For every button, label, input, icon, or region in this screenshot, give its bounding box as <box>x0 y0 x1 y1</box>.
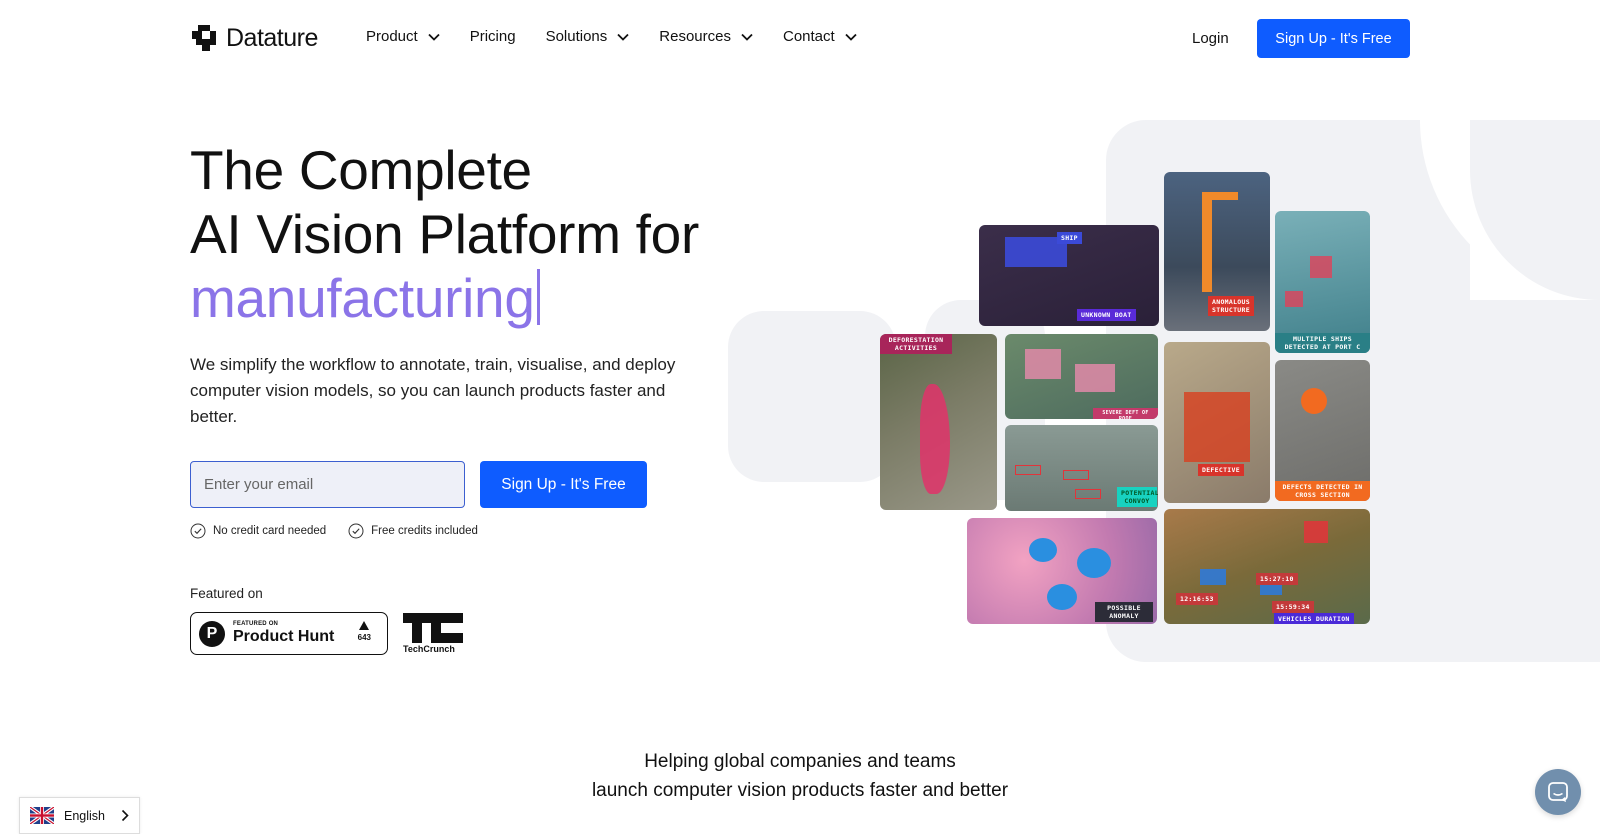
multiple-ships-tile: MULTIPLE SHIPS DETECTED AT PORT C <box>1275 211 1370 353</box>
top-navigation: Datature Product Pricing Solutions Resou… <box>0 0 1600 78</box>
annotation-shape <box>1301 388 1327 414</box>
chat-launcher-button[interactable] <box>1535 769 1581 815</box>
nav-item-label: Product <box>366 28 418 45</box>
hero-description: We simplify the workflow to annotate, tr… <box>190 355 676 426</box>
nav-item-product[interactable]: Product <box>366 28 440 45</box>
annotation-box <box>1310 256 1332 278</box>
tile-label-vehicles-duration: VEHICLES DURATION <box>1274 613 1354 624</box>
nav-item-resources[interactable]: Resources <box>659 28 753 45</box>
featured-label: Featured on <box>190 586 263 601</box>
helping-line1: Helping global companies and teams <box>644 751 956 772</box>
annotation-box <box>1015 465 1041 475</box>
convoy-tile: POTENTIAL CONVOY <box>1005 425 1158 511</box>
product-hunt-name: Product Hunt <box>233 628 335 645</box>
deforestation-tile: DEFORESTATION ACTIVITIES <box>880 334 997 510</box>
cell-anomaly-tile: POSSIBLE ANOMALY <box>967 518 1157 624</box>
check-circle-icon <box>348 523 364 539</box>
language-selector[interactable]: English <box>19 797 140 834</box>
chevron-right-icon <box>121 809 129 822</box>
chevron-down-icon <box>845 33 857 41</box>
port-structure-tile: ANOMALOUS STRUCTURE <box>1164 172 1270 331</box>
perk-item: No credit card needed <box>190 523 326 539</box>
nav-item-label: Solutions <box>545 28 608 45</box>
hero-title-accent: manufacturing <box>190 267 535 329</box>
tile-label-defective: DEFECTIVE <box>1198 464 1244 476</box>
login-link[interactable]: Login <box>1192 30 1229 47</box>
hero-title-line2: AI Vision Platform for <box>190 203 699 265</box>
nav-item-pricing[interactable]: Pricing <box>470 28 516 45</box>
annotation-shape <box>1047 584 1077 610</box>
check-circle-icon <box>190 523 206 539</box>
tile-label-multiple-ships: MULTIPLE SHIPS DETECTED AT PORT C <box>1275 333 1370 353</box>
tile-label-ship: SHIP <box>1057 232 1082 244</box>
uk-flag-icon <box>30 807 54 824</box>
techcrunch-name: TechCrunch <box>403 644 455 654</box>
hero-title-line1: The Complete <box>190 139 532 201</box>
nav-menu: Product Pricing Solutions Resources Cont… <box>366 28 887 45</box>
annotation-shape <box>1202 192 1212 292</box>
tile-label-anomalous-structure: ANOMALOUS STRUCTURE <box>1208 296 1254 316</box>
annotation-box <box>1025 349 1061 379</box>
nav-item-contact[interactable]: Contact <box>783 28 857 45</box>
helping-tagline: Helping global companies and teams launc… <box>0 747 1600 805</box>
product-hunt-icon: P <box>199 620 225 647</box>
perk-label: No credit card needed <box>213 525 327 537</box>
datature-logo-icon <box>192 25 216 51</box>
nav-item-label: Pricing <box>469 28 516 45</box>
typing-cursor <box>536 269 540 325</box>
roof-damage-tile: SEVERE DEFT OF ROOF <box>1005 334 1158 419</box>
nav-item-label: Resources <box>659 28 731 45</box>
perk-label: Free credits included <box>371 525 478 537</box>
tile-label-time2: 12:16:53 <box>1176 593 1218 605</box>
hero-signup-button[interactable]: Sign Up - It's Free <box>480 461 647 508</box>
tile-label-time3: 15:59:34 <box>1272 601 1314 613</box>
product-hunt-votes: 643 <box>358 621 371 642</box>
product-hunt-text: FEATURED ON Product Hunt <box>233 621 334 646</box>
tile-label-unknown-boat: UNKNOWN BOAT <box>1077 309 1136 321</box>
annotation-box <box>1304 521 1328 543</box>
perks-list: No credit card needed Free credits inclu… <box>190 523 478 539</box>
helping-line2: launch computer vision products faster a… <box>591 780 1009 801</box>
brand-name: Datature <box>226 23 318 52</box>
decor-shape <box>1470 120 1600 300</box>
product-hunt-featured-on: FEATURED ON <box>233 621 279 627</box>
chevron-down-icon <box>741 33 753 41</box>
nav-item-label: Contact <box>782 28 835 45</box>
product-hunt-vote-count: 643 <box>357 633 371 642</box>
annotation-shape <box>1029 538 1057 562</box>
upvote-arrow-icon <box>359 621 370 630</box>
product-hunt-badge[interactable]: P FEATURED ON Product Hunt 643 <box>190 612 388 655</box>
decor-shape <box>728 311 896 482</box>
ship-detection-tile: SHIP UNKNOWN BOAT <box>979 225 1159 326</box>
tile-label-anomaly: POSSIBLE ANOMALY <box>1095 602 1153 622</box>
chevron-down-icon <box>617 33 629 41</box>
defective-surface-tile: DEFECTIVE <box>1164 342 1270 503</box>
tile-label-convoy: POTENTIAL CONVOY <box>1117 487 1158 507</box>
language-label: English <box>64 808 105 823</box>
chevron-down-icon <box>428 33 440 41</box>
nav-item-solutions[interactable]: Solutions <box>546 28 630 45</box>
brand-logo[interactable]: Datature <box>190 23 318 53</box>
annotation-shape <box>920 384 950 494</box>
annotation-box <box>1075 489 1101 499</box>
annotation-box <box>1075 364 1115 392</box>
tile-label-roof: SEVERE DEFT OF ROOF <box>1093 408 1158 419</box>
hero-title: The Complete AI Vision Platform for manu… <box>190 138 699 330</box>
annotation-box <box>1063 470 1089 480</box>
cross-section-tile: DEFECTS DETECTED IN CROSS SECTION <box>1275 360 1370 501</box>
chat-icon <box>1548 782 1568 802</box>
tile-label-defects-cross: DEFECTS DETECTED IN CROSS SECTION <box>1275 481 1370 501</box>
tile-label-deforestation: DEFORESTATION ACTIVITIES <box>880 334 952 354</box>
email-input[interactable] <box>190 461 465 508</box>
perk-item: Free credits included <box>348 523 478 539</box>
annotation-box <box>1200 569 1226 585</box>
tile-label-time1: 15:27:10 <box>1256 573 1298 585</box>
annotation-shape <box>1077 548 1111 578</box>
vehicles-duration-tile: 15:27:10 12:16:53 15:59:34 VEHICLES DURA… <box>1164 509 1370 624</box>
nav-signup-button[interactable]: Sign Up - It's Free <box>1257 19 1410 58</box>
annotation-box <box>1285 291 1303 307</box>
annotation-box <box>1184 392 1250 462</box>
